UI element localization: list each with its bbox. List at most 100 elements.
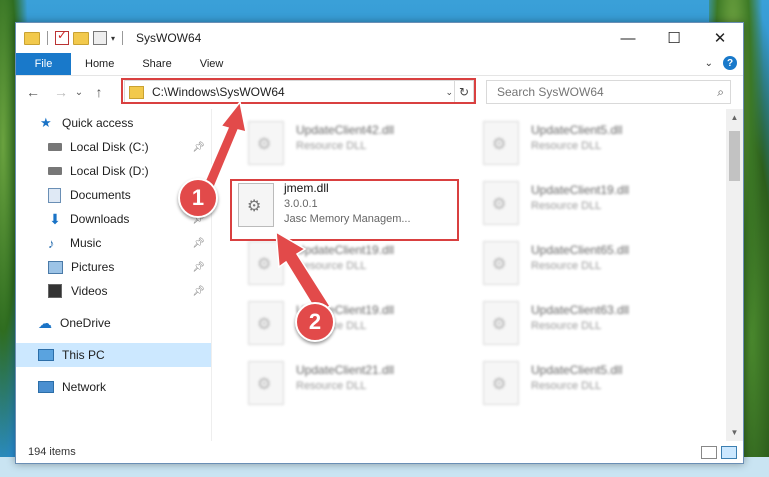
file-name: UpdateClient5.dll [531,363,623,377]
toolbar-divider [47,31,48,45]
sidebar-item-label: Pictures [71,260,115,274]
view-toggle [701,445,737,459]
scroll-thumb[interactable] [729,131,740,181]
pin-icon[interactable]: 📌︎ [192,142,205,153]
customize-toolbar-chevron-icon[interactable]: ▾ [111,34,115,43]
file-type: Resource DLL [296,380,367,392]
file-type: Resource DLL [296,260,367,272]
window-controls: — ☐ ✕ [605,23,743,53]
tab-home[interactable]: Home [71,53,128,75]
help-icon[interactable]: ? [723,56,737,70]
file-name: UpdateClient21.dll [296,363,395,377]
recent-locations-chevron-icon[interactable]: ⌄ [72,87,86,98]
scroll-up-arrow-icon[interactable]: ▲ [726,109,743,126]
tab-file[interactable]: File [16,53,71,75]
file-type: Resource DLL [296,140,367,152]
computer-icon [38,349,54,361]
dll-file-icon [248,301,284,345]
dll-file-icon [483,181,519,225]
folder-icon [24,31,40,45]
file-type: Resource DLL [531,380,602,392]
properties-check-icon[interactable] [55,28,69,45]
file-tile[interactable]: UpdateClient5.dll Resource DLL [477,357,697,411]
minimize-button[interactable]: — [605,23,651,53]
properties-icon[interactable] [93,31,107,45]
videos-icon [48,284,62,298]
network-icon [38,381,54,393]
search-icon[interactable]: ⌕ [717,85,724,100]
explorer-window: ▾ SysWOW64 — ☐ ✕ File Home Share View ⌄ … [15,22,744,464]
large-icons-view-icon[interactable] [721,445,737,459]
sidebar-item-network[interactable]: Network [16,375,211,399]
sidebar-item-label: OneDrive [60,316,111,330]
file-tile[interactable]: UpdateClient21.dll Resource DLL [242,357,462,411]
maximize-button[interactable]: ☐ [651,23,697,53]
file-tile[interactable]: UpdateClient65.dll Resource DLL [477,237,697,291]
ribbon-tabs: File Home Share View ⌄ ? [16,53,743,76]
scroll-down-arrow-icon[interactable]: ▼ [726,424,743,441]
pin-icon[interactable]: 📌︎ [192,238,205,249]
vertical-scrollbar[interactable]: ▲ ▼ [726,109,743,441]
sidebar-item-label: Local Disk (D:) [70,164,149,178]
file-name: UpdateClient19.dll [531,183,630,197]
file-list: UpdateClient42.dll Resource DLL UpdateCl… [212,109,743,441]
sidebar-item-label: This PC [62,348,105,362]
close-button[interactable]: ✕ [697,23,743,53]
file-type: Resource DLL [531,200,602,212]
navigation-pane: ★ Quick access Local Disk (C:) 📌︎ Local … [16,109,212,441]
sidebar-item-quick-access[interactable]: ★ Quick access [16,111,211,135]
pin-icon[interactable]: 📌︎ [192,262,205,273]
tab-view[interactable]: View [186,53,238,75]
file-name: UpdateClient19.dll [296,243,395,257]
search-box[interactable]: ⌕ [486,80,731,104]
sidebar-item-pictures[interactable]: Pictures 📌︎ [16,255,211,279]
pin-icon[interactable]: 📌︎ [192,286,205,297]
file-tile[interactable]: UpdateClient19.dll Resource DLL [242,237,462,291]
drive-icon [48,167,62,175]
sidebar-item-label: Network [62,380,107,394]
file-tile[interactable]: UpdateClient19.dll Resource DLL [477,177,697,231]
new-folder-icon[interactable] [73,31,89,45]
dll-file-icon [248,241,284,285]
pictures-icon [48,260,63,274]
step-2-badge: 2 [295,302,335,342]
sidebar-item-label: Music [70,236,102,250]
cloud-icon: ☁ [38,314,52,331]
documents-icon [48,187,61,203]
file-tile[interactable]: UpdateClient42.dll Resource DLL [242,117,462,171]
navigation-bar: ← → ⌄ ↑ C:\Windows\SysWOW64 ⌄ ↻ ⌕ [16,76,743,108]
sidebar-item-this-pc[interactable]: This PC [16,343,211,367]
file-name: UpdateClient63.dll [531,303,630,317]
dll-file-icon [248,121,284,165]
tab-share[interactable]: Share [128,53,185,75]
forward-arrow-icon[interactable]: → [50,84,72,100]
back-arrow-icon[interactable]: ← [22,84,44,100]
downloads-icon: ⬇ [49,210,61,227]
file-tile[interactable]: UpdateClient19.dll Resource DLL [242,297,462,351]
sidebar-item-label: Downloads [70,212,130,226]
sidebar-item-label: Documents [70,188,131,202]
file-tile[interactable]: UpdateClient5.dll Resource DLL [477,117,697,171]
sidebar-item-music[interactable]: ♪ Music 📌︎ [16,231,211,255]
window-title: SysWOW64 [136,31,202,45]
details-view-icon[interactable] [701,445,717,459]
file-tile[interactable]: UpdateClient63.dll Resource DLL [477,297,697,351]
sidebar-item-local-disk-d[interactable]: Local Disk (D:) [16,159,211,183]
sidebar-item-videos[interactable]: Videos 📌︎ [16,279,211,303]
expand-ribbon-chevron-icon[interactable]: ⌄ [705,58,713,69]
drive-icon [48,143,62,151]
file-name: UpdateClient65.dll [531,243,630,257]
sidebar-item-local-disk-c[interactable]: Local Disk (C:) 📌︎ [16,135,211,159]
toolbar-divider [122,31,124,45]
dll-file-icon [248,361,284,405]
up-arrow-icon[interactable]: ↑ [88,84,110,100]
search-input[interactable] [495,84,699,100]
sidebar-item-onedrive[interactable]: ☁ OneDrive [16,311,211,335]
sidebar-item-label: Videos [71,284,108,298]
dll-file-icon [483,241,519,285]
sidebar-item-label: Local Disk (C:) [70,140,149,154]
file-name: UpdateClient5.dll [531,123,623,137]
star-icon: ★ [40,115,52,130]
